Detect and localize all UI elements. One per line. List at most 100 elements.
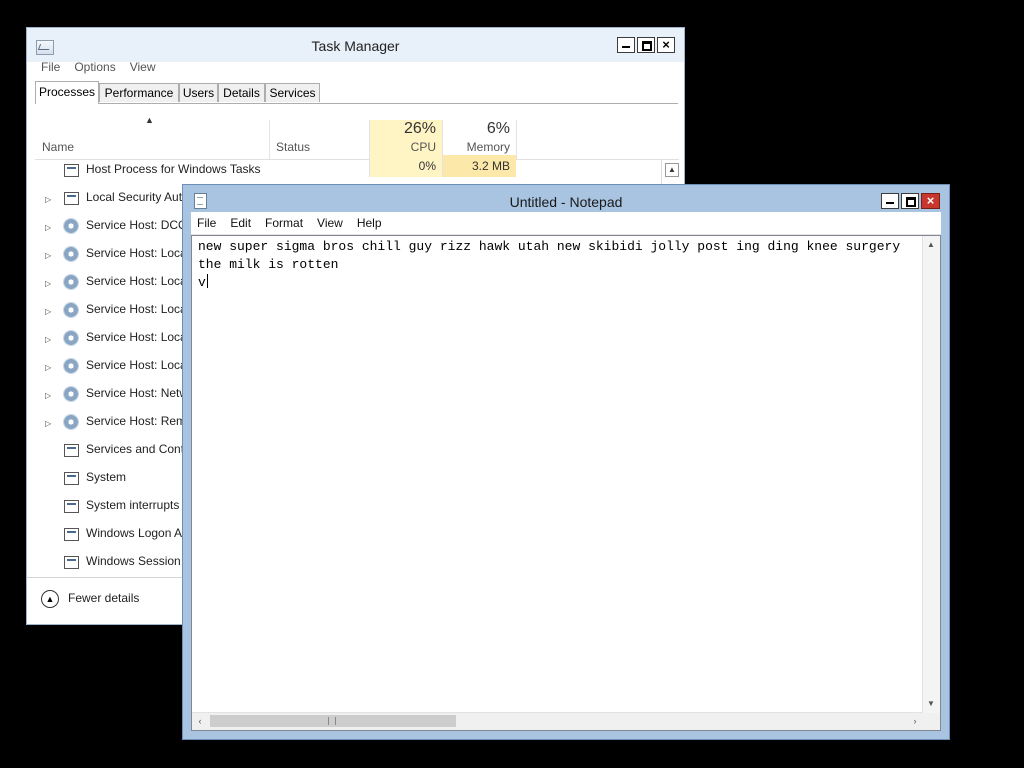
chevron-up-icon[interactable]: ▲ — [41, 590, 59, 608]
text-line: v — [198, 275, 206, 290]
notepad-title: Untitled - Notepad — [509, 194, 623, 210]
notepad-maximize-button[interactable] — [901, 193, 919, 209]
task-manager-maximize-button[interactable] — [637, 37, 655, 53]
gear-icon — [63, 414, 79, 430]
text-cursor — [206, 274, 208, 288]
grip-icon — [328, 717, 336, 725]
process-name: Service Host: Loca — [86, 302, 187, 316]
notepad-window[interactable]: Untitled - Notepad × File Edit Format Vi… — [182, 184, 950, 740]
tab-details[interactable]: Details — [218, 83, 265, 102]
memory-total-percent: 6% — [486, 120, 510, 137]
cpu-total-percent: 26% — [403, 120, 436, 137]
scroll-up-icon[interactable]: ▲ — [665, 163, 679, 177]
process-name: Service Host: Loca — [86, 246, 187, 260]
expand-arrow-icon[interactable]: ▷ — [45, 279, 51, 288]
process-icon — [64, 192, 79, 205]
process-icon — [64, 444, 79, 457]
expand-arrow-icon[interactable]: ▷ — [45, 335, 51, 344]
column-header-name[interactable]: Name — [42, 140, 74, 154]
notepad-close-button[interactable]: × — [921, 193, 940, 209]
process-name: Windows Session M — [86, 554, 195, 568]
column-header-cpu[interactable]: 26% CPU — [369, 120, 442, 159]
column-divider — [269, 120, 270, 159]
menu-file[interactable]: File — [197, 216, 216, 230]
task-manager-titlebar[interactable]: Task Manager × — [27, 28, 684, 62]
process-icon — [64, 500, 79, 513]
notepad-minimize-button[interactable] — [881, 193, 899, 209]
process-name: Local Security Auth — [86, 190, 189, 204]
menu-file[interactable]: File — [41, 60, 60, 74]
task-manager-minimize-button[interactable] — [617, 37, 635, 53]
task-manager-tabs: Processes Performance Users Details Serv… — [35, 81, 678, 104]
task-manager-close-button[interactable]: × — [657, 37, 675, 53]
process-name: Service Host: Loca — [86, 330, 187, 344]
scroll-down-icon[interactable]: ▼ — [925, 697, 937, 711]
process-memory-value: 3.2 MB — [471, 159, 510, 173]
process-name: Windows Logon A — [86, 526, 183, 540]
task-manager-menubar: File Options View — [41, 60, 156, 74]
gear-icon — [63, 358, 79, 374]
cpu-label: CPU — [410, 140, 436, 154]
scroll-up-icon[interactable]: ▲ — [925, 238, 937, 252]
scrollbar-corner — [923, 713, 940, 730]
tab-users[interactable]: Users — [179, 83, 218, 102]
gear-icon — [63, 330, 79, 346]
process-name: Service Host: Loca — [86, 358, 187, 372]
menu-view[interactable]: View — [130, 60, 156, 74]
process-name: Host Process for Windows Tasks — [86, 162, 261, 176]
gear-icon — [63, 386, 79, 402]
expand-arrow-icon[interactable]: ▷ — [45, 363, 51, 372]
scroll-right-icon[interactable]: › — [908, 714, 922, 728]
process-column-headers: ▲ Name Status 26% CPU 6% Memory — [35, 104, 679, 160]
notepad-menubar: File Edit Format View Help — [191, 212, 941, 235]
process-row[interactable]: Host Process for Windows Tasks 0% 3.2 MB — [35, 155, 661, 187]
menu-format[interactable]: Format — [265, 216, 303, 230]
tab-performance[interactable]: Performance — [99, 83, 179, 102]
tab-services[interactable]: Services — [265, 83, 320, 102]
process-icon — [64, 472, 79, 485]
expand-arrow-icon[interactable]: ▷ — [45, 391, 51, 400]
expand-arrow-icon[interactable]: ▷ — [45, 307, 51, 316]
expand-arrow-icon[interactable]: ▷ — [45, 251, 51, 260]
process-name: System interrupts — [86, 498, 180, 512]
gear-icon — [63, 274, 79, 290]
menu-edit[interactable]: Edit — [230, 216, 251, 230]
expand-arrow-icon[interactable]: ▷ — [45, 195, 51, 204]
memory-label: Memory — [466, 140, 510, 154]
fewer-details-link[interactable]: Fewer details — [68, 591, 139, 605]
process-name: Service Host: Netw — [86, 386, 189, 400]
text-line: the milk is rotten — [198, 257, 339, 272]
column-header-memory[interactable]: 6% Memory — [442, 120, 517, 159]
horizontal-scroll-thumb[interactable] — [210, 715, 456, 727]
scroll-left-icon[interactable]: ‹ — [193, 714, 207, 728]
menu-help[interactable]: Help — [357, 216, 382, 230]
notepad-vertical-scrollbar[interactable]: ▲ ▼ — [922, 236, 940, 713]
column-header-status[interactable]: Status — [276, 140, 310, 154]
process-icon — [64, 164, 79, 177]
gear-icon — [63, 218, 79, 234]
notepad-text[interactable]: new super sigma bros chill guy rizz hawk… — [198, 238, 900, 292]
task-manager-title: Task Manager — [311, 38, 400, 54]
process-name: Services and Contr — [86, 442, 189, 456]
process-icon — [64, 528, 79, 541]
gear-icon — [63, 302, 79, 318]
process-name: Service Host: Rem — [86, 414, 187, 428]
menu-options[interactable]: Options — [74, 60, 115, 74]
process-cpu-cell: 0% — [369, 155, 442, 177]
notepad-horizontal-scrollbar[interactable]: ‹ › — [192, 712, 923, 730]
text-line: new super sigma bros chill guy rizz hawk… — [198, 239, 901, 254]
expand-arrow-icon[interactable]: ▷ — [45, 223, 51, 232]
notepad-titlebar[interactable]: Untitled - Notepad × — [183, 185, 949, 215]
notepad-text-area[interactable]: new super sigma bros chill guy rizz hawk… — [191, 235, 941, 731]
tab-processes[interactable]: Processes — [35, 81, 99, 104]
sort-up-icon: ▲ — [145, 115, 154, 125]
expand-arrow-icon[interactable]: ▷ — [45, 419, 51, 428]
process-name: System — [86, 470, 127, 484]
menu-view[interactable]: View — [317, 216, 343, 230]
process-name: Service Host: DCO — [86, 218, 188, 232]
gear-icon — [63, 246, 79, 262]
process-cpu-value: 0% — [418, 159, 436, 173]
process-name: Service Host: Loca — [86, 274, 187, 288]
process-icon — [64, 556, 79, 569]
process-memory-cell: 3.2 MB — [442, 155, 516, 177]
